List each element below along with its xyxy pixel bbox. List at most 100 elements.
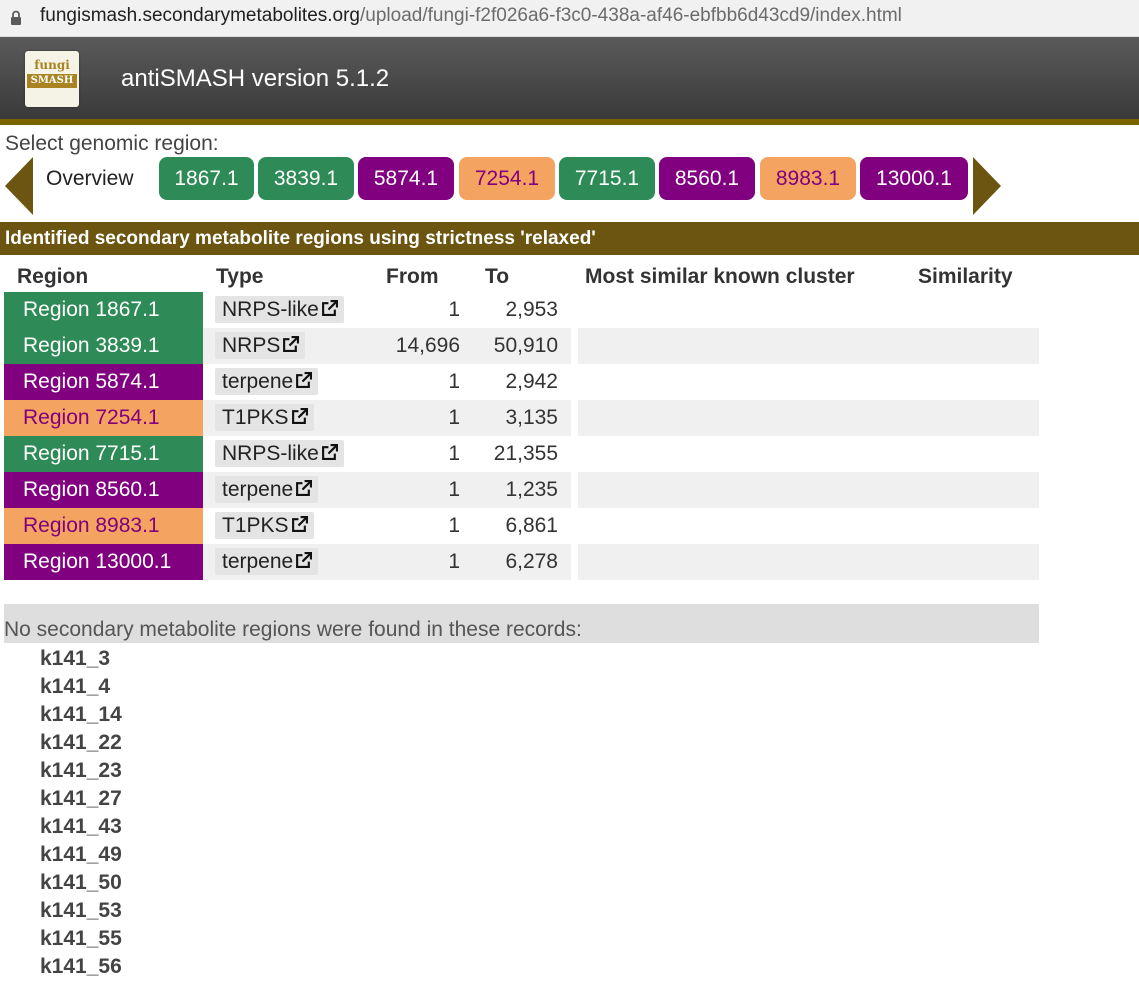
column-divider: [571, 364, 578, 400]
record-item: k141_49: [40, 843, 122, 866]
overview-link[interactable]: Overview: [46, 167, 134, 191]
record-item: k141_3: [40, 647, 111, 670]
type-label: T1PKS: [222, 406, 289, 429]
no-regions-message: No secondary metabolite regions were fou…: [4, 604, 1039, 643]
region-chip-13000[interactable]: 13000.1: [860, 157, 968, 200]
from-value: 1: [448, 478, 460, 501]
external-link-icon: [321, 444, 338, 460]
lock-icon: [11, 10, 21, 25]
type-badge[interactable]: NRPS-like: [215, 296, 344, 323]
region-link[interactable]: Region 1867.1: [4, 292, 203, 328]
region-link[interactable]: Region 7715.1: [4, 436, 203, 472]
browser-address-bar[interactable]: fungismash.secondarymetabolites.org/uplo…: [0, 0, 1139, 37]
region-chip-8983[interactable]: 8983.1: [760, 157, 856, 200]
col-header-similar-cluster[interactable]: Most similar known cluster: [585, 265, 855, 289]
record-item: k141_22: [40, 731, 122, 754]
table-row: Region 8983.1 T1PKS 1 6,861: [4, 508, 1039, 544]
external-link-icon: [296, 480, 313, 496]
region-link[interactable]: Region 8560.1: [4, 472, 203, 508]
type-badge[interactable]: T1PKS: [215, 512, 314, 539]
region-chip-1867[interactable]: 1867.1: [159, 157, 254, 200]
triangle-left-icon[interactable]: [5, 157, 33, 215]
record-item: k141_55: [40, 927, 122, 950]
triangle-right-icon[interactable]: [973, 157, 1001, 215]
record-item: k141_56: [40, 955, 122, 978]
region-chip-7715[interactable]: 7715.1: [559, 157, 655, 200]
region-chip-7254[interactable]: 7254.1: [459, 157, 555, 200]
logo-text-bottom: SMASH: [27, 74, 77, 88]
from-value: 1: [448, 370, 460, 393]
region-chip-5874[interactable]: 5874.1: [358, 157, 454, 200]
app-title: antiSMASH version 5.1.2: [121, 65, 390, 92]
to-value: 2,942: [505, 370, 558, 393]
url-path: /upload/fungi-f2f026a6-f3c0-438a-af46-eb…: [360, 5, 902, 26]
type-badge[interactable]: T1PKS: [215, 404, 314, 431]
region-link[interactable]: Region 5874.1: [4, 364, 203, 400]
region-chip-3839[interactable]: 3839.1: [258, 157, 354, 200]
record-item: k141_4: [40, 675, 111, 698]
external-link-icon: [291, 516, 308, 532]
external-link-icon: [296, 552, 313, 568]
record-item: k141_43: [40, 815, 122, 838]
section-banner: Identified secondary metabolite regions …: [0, 222, 1139, 255]
type-badge[interactable]: NRPS-like: [215, 440, 344, 467]
to-value: 21,355: [493, 442, 558, 465]
column-divider: [571, 400, 578, 436]
external-link-icon: [283, 336, 300, 352]
table-row: Region 13000.1 terpene 1 6,278: [4, 544, 1039, 580]
from-value: 1: [448, 442, 460, 465]
app-header: fungi SMASH antiSMASH version 5.1.2: [0, 37, 1139, 125]
col-header-region[interactable]: Region: [17, 265, 88, 289]
to-value: 6,861: [505, 514, 558, 537]
region-link[interactable]: Region 8983.1: [4, 508, 203, 544]
table-row: Region 3839.1 NRPS 14,696 50,910: [4, 328, 1039, 364]
region-link[interactable]: Region 3839.1: [4, 328, 203, 364]
type-label: terpene: [222, 550, 294, 573]
type-badge[interactable]: terpene: [215, 548, 319, 575]
col-header-type[interactable]: Type: [216, 265, 263, 289]
fungismash-logo[interactable]: fungi SMASH: [25, 51, 79, 107]
external-link-icon: [291, 408, 308, 424]
region-chip-8560[interactable]: 8560.1: [659, 157, 755, 200]
type-badge[interactable]: terpene: [215, 368, 319, 395]
to-value: 3,135: [505, 406, 558, 429]
type-badge[interactable]: terpene: [215, 476, 319, 503]
record-item: k141_27: [40, 787, 122, 810]
from-value: 1: [448, 550, 460, 573]
from-value: 14,696: [395, 334, 460, 357]
table-row: Region 1867.1 NRPS-like 1 2,953: [4, 292, 1039, 328]
column-divider: [571, 436, 578, 472]
table-row: Region 7254.1 T1PKS 1 3,135: [4, 400, 1039, 436]
to-value: 1,235: [505, 478, 558, 501]
record-item: k141_53: [40, 899, 122, 922]
type-label: T1PKS: [222, 514, 289, 537]
table-row: Region 8560.1 terpene 1 1,235: [4, 472, 1039, 508]
col-header-from[interactable]: From: [386, 265, 439, 289]
region-link[interactable]: Region 7254.1: [4, 400, 203, 436]
record-item: k141_23: [40, 759, 122, 782]
type-label: terpene: [222, 370, 294, 393]
type-label: NRPS-like: [222, 298, 319, 321]
type-badge[interactable]: NRPS: [215, 332, 306, 359]
column-divider: [571, 472, 578, 508]
from-value: 1: [448, 514, 460, 537]
from-value: 1: [448, 298, 460, 321]
url-text[interactable]: fungismash.secondarymetabolites.org/uplo…: [40, 5, 902, 27]
type-label: NRPS: [222, 334, 281, 357]
url-host: fungismash.secondarymetabolites.org: [40, 5, 361, 26]
column-divider: [571, 544, 578, 580]
table-row: Region 7715.1 NRPS-like 1 21,355: [4, 436, 1039, 472]
external-link-icon: [321, 300, 338, 316]
to-value: 50,910: [493, 334, 558, 357]
to-value: 6,278: [505, 550, 558, 573]
external-link-icon: [296, 372, 313, 388]
no-regions-text: No secondary metabolite regions were fou…: [4, 618, 582, 641]
col-header-similarity[interactable]: Similarity: [918, 265, 1013, 289]
from-value: 1: [448, 406, 460, 429]
col-header-to[interactable]: To: [485, 265, 509, 289]
select-region-label: Select genomic region:: [5, 132, 219, 155]
type-label: terpene: [222, 478, 294, 501]
record-item: k141_50: [40, 871, 122, 894]
table-row: Region 5874.1 terpene 1 2,942: [4, 364, 1039, 400]
region-link[interactable]: Region 13000.1: [4, 544, 203, 580]
